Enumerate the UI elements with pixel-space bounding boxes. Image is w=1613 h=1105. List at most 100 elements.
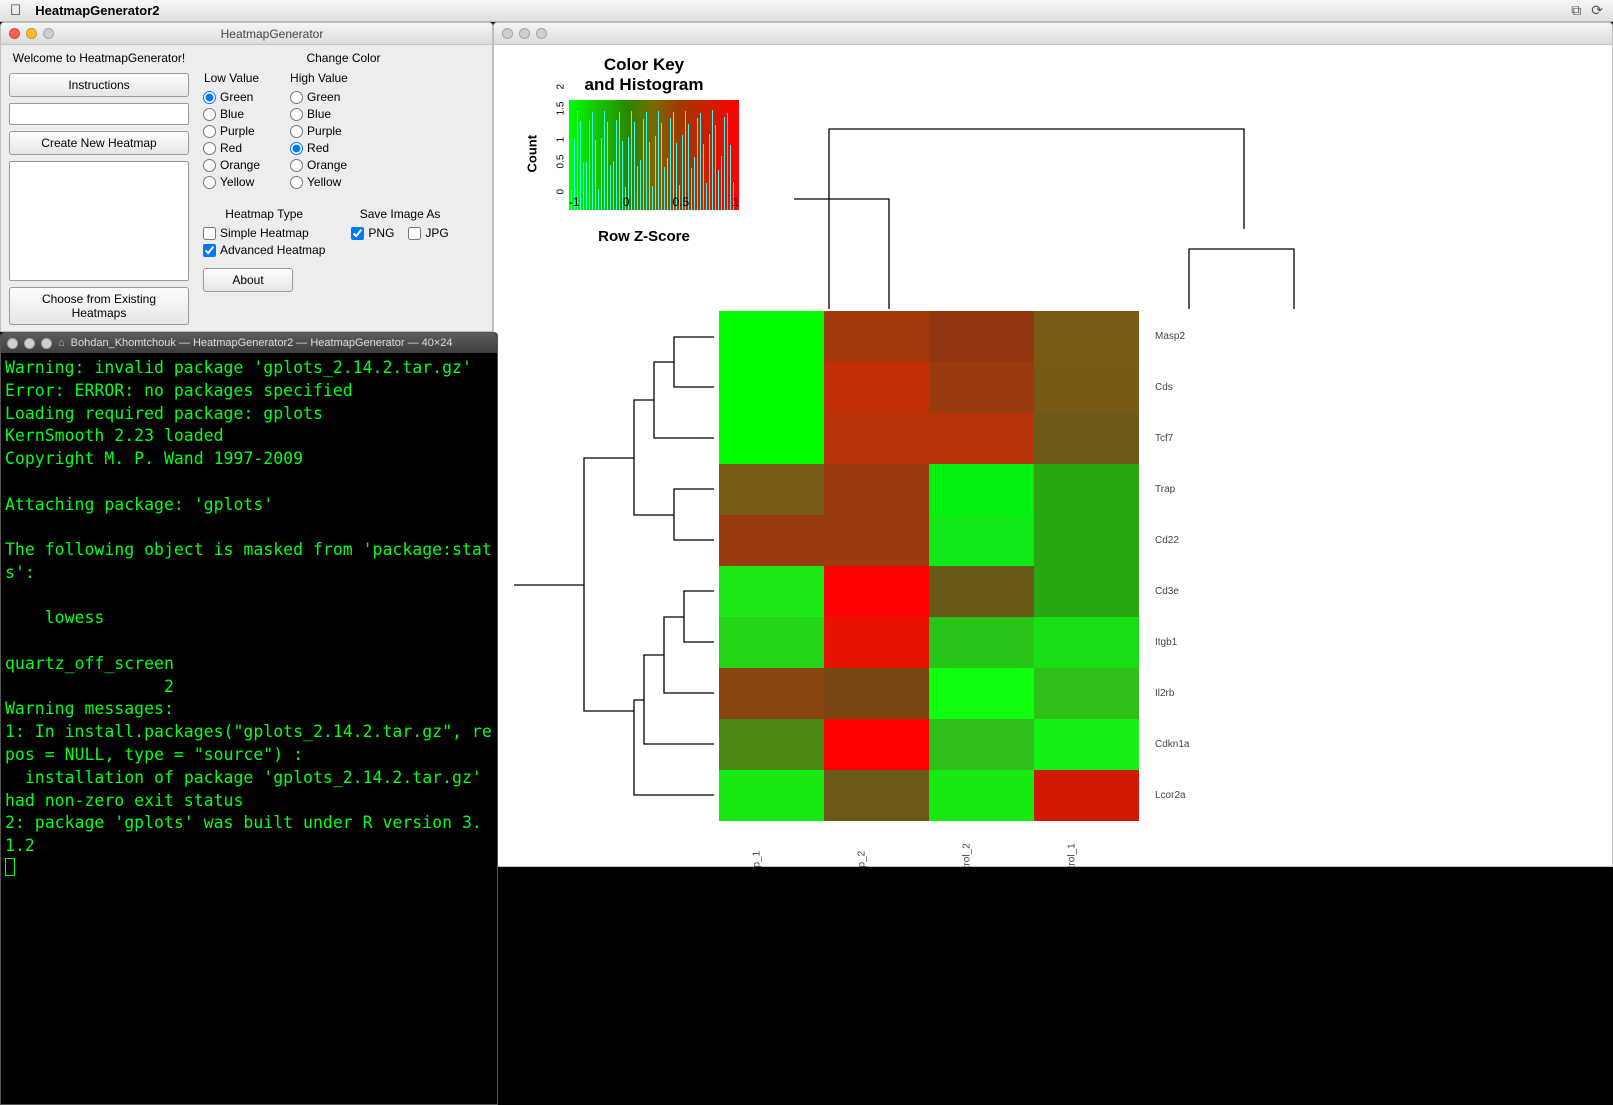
heatmap-type-group: Heatmap Type Simple Heatmap Advanced Hea… [203, 207, 325, 292]
zoom-icon[interactable] [536, 28, 547, 39]
high-blue-radio[interactable]: Blue [290, 107, 348, 121]
row-label: Masp2 [1149, 311, 1259, 362]
save-image-label: Save Image As [351, 207, 448, 221]
low-red-radio[interactable]: Red [203, 141, 260, 155]
low-value-label: Low Value [203, 71, 260, 85]
heatmap-cell [824, 617, 929, 668]
heatmap-cell [719, 617, 824, 668]
mac-menubar:  HeatmapGenerator2 ⧉ ⟳ [0, 0, 1613, 22]
heatmap-cell [824, 566, 929, 617]
minimize-icon[interactable] [26, 28, 37, 39]
advanced-heatmap-check[interactable]: Advanced Heatmap [203, 243, 325, 257]
heatmap-cell [824, 362, 929, 413]
heatmap-cell [929, 413, 1034, 464]
row-label: Cd22 [1149, 515, 1259, 566]
apple-logo-icon:  [10, 2, 21, 19]
color-key-yticks: 0 0.5 1 1.5 2 [554, 77, 568, 193]
heatmap-cell [1034, 617, 1139, 668]
create-heatmap-button[interactable]: Create New Heatmap [9, 131, 189, 155]
filename-input[interactable] [9, 103, 189, 125]
choose-existing-button[interactable]: Choose from Existing Heatmaps [9, 287, 189, 325]
color-key-xlabel: Row Z-Score [534, 228, 754, 245]
terminal-output[interactable]: Warning: invalid package 'gplots_2.14.2.… [1, 353, 497, 887]
low-yellow-radio[interactable]: Yellow [203, 175, 260, 189]
heatmap-cell [1034, 668, 1139, 719]
heatmap-cell [929, 362, 1034, 413]
heatmap-cell [824, 413, 929, 464]
close-icon[interactable] [502, 28, 513, 39]
change-color-label: Change Color [203, 51, 484, 65]
save-image-group: Save Image As PNG JPG [351, 207, 448, 292]
heatmap-cell [929, 566, 1034, 617]
heatmap-cell [1034, 515, 1139, 566]
row-label: Trap [1149, 464, 1259, 515]
low-green-radio[interactable]: Green [203, 90, 260, 104]
instructions-button[interactable]: Instructions [9, 73, 189, 97]
heatmap-cell [929, 464, 1034, 515]
row-label: Lcor2a [1149, 770, 1259, 821]
plot-window: Color Key and Histogram Count 0 0.5 1 1.… [493, 22, 1613, 867]
menubar-app-name: HeatmapGenerator2 [35, 3, 159, 18]
row-label: Tcf7 [1149, 413, 1259, 464]
heatmap-cell [719, 362, 824, 413]
heatmap-cell [1034, 413, 1139, 464]
heatmap-generator-window: HeatmapGenerator Welcome to HeatmapGener… [0, 22, 493, 332]
terminal-title: Bohdan_Khomtchouk — HeatmapGenerator2 — … [71, 337, 491, 349]
high-value-radio-group: High Value Green Blue Purple Red Orange … [290, 71, 348, 189]
high-purple-radio[interactable]: Purple [290, 124, 348, 138]
row-label: Itgb1 [1149, 617, 1259, 668]
plot-titlebar [494, 23, 1612, 45]
heatmap-cell [1034, 362, 1139, 413]
heatmap-cell [929, 515, 1034, 566]
row-label: Cds [1149, 362, 1259, 413]
sync-icon[interactable]: ⟳ [1591, 2, 1603, 19]
welcome-text: Welcome to HeatmapGenerator! [9, 51, 189, 65]
low-purple-radio[interactable]: Purple [203, 124, 260, 138]
fullscreen-icon[interactable]: ⧉ [1571, 2, 1581, 19]
simple-heatmap-check[interactable]: Simple Heatmap [203, 226, 325, 240]
row-label: Cdkn1a [1149, 719, 1259, 770]
window-titlebar: HeatmapGenerator [1, 23, 492, 45]
row-label: Il2rb [1149, 668, 1259, 719]
high-yellow-radio[interactable]: Yellow [290, 175, 348, 189]
high-orange-radio[interactable]: Orange [290, 158, 348, 172]
cursor-icon [5, 858, 15, 876]
heatmap-cell [719, 311, 824, 362]
background-fill [493, 867, 1613, 1105]
close-icon[interactable] [7, 338, 18, 349]
window-title: HeatmapGenerator [60, 27, 484, 41]
heatmap-cell [824, 311, 929, 362]
heatmap-cell [824, 464, 929, 515]
heatmap-type-label: Heatmap Type [203, 207, 325, 221]
low-orange-radio[interactable]: Orange [203, 158, 260, 172]
color-key-panel: Color Key and Histogram Count 0 0.5 1 1.… [534, 55, 754, 265]
high-green-radio[interactable]: Green [290, 90, 348, 104]
zoom-icon[interactable] [41, 338, 52, 349]
zoom-icon[interactable] [43, 28, 54, 39]
heatmap-cell [929, 617, 1034, 668]
color-key-gradient [569, 100, 739, 210]
heatmap-listbox[interactable] [9, 161, 189, 281]
minimize-icon[interactable] [519, 28, 530, 39]
heatmap-cell [719, 413, 824, 464]
close-icon[interactable] [9, 28, 20, 39]
heatmap-cell [719, 719, 824, 770]
minimize-icon[interactable] [24, 338, 35, 349]
row-label: Cd3e [1149, 566, 1259, 617]
heatmap-cell [719, 515, 824, 566]
terminal-titlebar: ⌂ Bohdan_Khomtchouk — HeatmapGenerator2 … [1, 333, 497, 353]
png-check[interactable]: PNG [351, 226, 394, 240]
terminal-window: ⌂ Bohdan_Khomtchouk — HeatmapGenerator2 … [0, 332, 498, 1105]
about-button[interactable]: About [203, 268, 293, 292]
heatmap-cell [929, 668, 1034, 719]
heatmap-cell [719, 668, 824, 719]
heatmap-cell [824, 515, 929, 566]
jpg-check[interactable]: JPG [408, 226, 448, 240]
low-blue-radio[interactable]: Blue [203, 107, 260, 121]
color-key-ylabel: Count [525, 135, 540, 173]
high-red-radio[interactable]: Red [290, 141, 348, 155]
heatmap-cell [1034, 311, 1139, 362]
column-dendrogram [794, 99, 1354, 309]
home-icon: ⌂ [58, 337, 65, 349]
heatmap-cell [719, 566, 824, 617]
